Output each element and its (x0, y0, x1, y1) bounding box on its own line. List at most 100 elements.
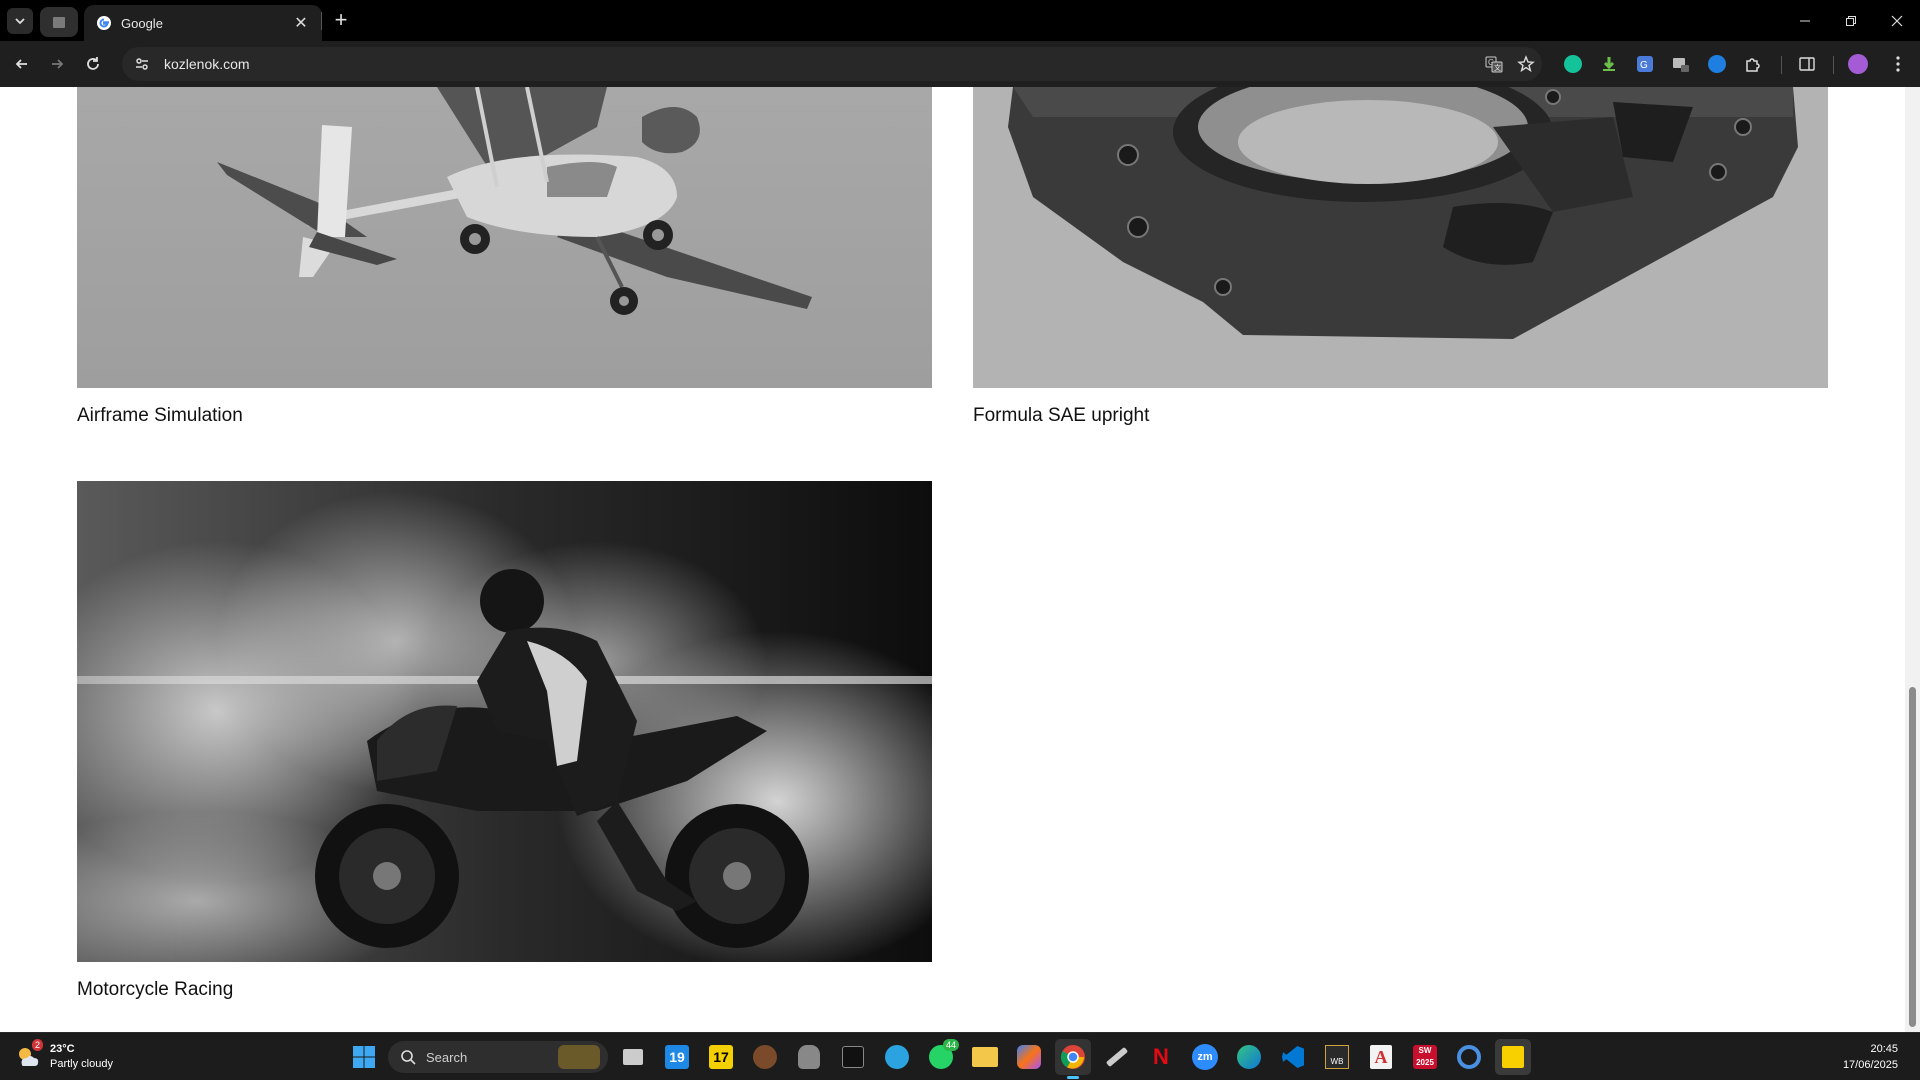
tab-search-button[interactable] (7, 8, 33, 34)
download-extension-icon[interactable] (1595, 50, 1623, 78)
page-scrollbar[interactable] (1905, 87, 1920, 1032)
zoom-app[interactable]: zm (1187, 1039, 1223, 1075)
card-caption-airframe[interactable]: Airframe Simulation (77, 405, 243, 427)
forward-button[interactable] (43, 50, 71, 78)
task-view-button[interactable] (615, 1039, 651, 1075)
telegram-app[interactable] (879, 1039, 915, 1075)
active-indicator (1067, 1076, 1079, 1079)
tab-group-icon[interactable] (40, 7, 78, 37)
system-clock[interactable]: 20:45 17/06/2025 (1843, 1041, 1898, 1073)
tab-divider (321, 12, 322, 30)
airplane-illustration (77, 87, 932, 388)
app-17-icon: 17 (709, 1045, 733, 1069)
grammarly-extension-icon[interactable] (1559, 50, 1587, 78)
extensions-puzzle-icon[interactable] (1739, 50, 1767, 78)
pen-tool-app[interactable] (1099, 1039, 1135, 1075)
restore-icon (1846, 15, 1856, 26)
minimize-button[interactable] (1782, 0, 1828, 41)
file-explorer-app[interactable] (967, 1039, 1003, 1075)
copilot-icon (1017, 1045, 1041, 1069)
tab-strip: Google ✕ + (0, 0, 1920, 41)
calendar-icon: 19 (665, 1045, 689, 1069)
profile-avatar[interactable] (1844, 50, 1872, 78)
page-icon (53, 17, 65, 28)
chrome-app[interactable] (1055, 1039, 1091, 1079)
arrow-right-icon (52, 59, 64, 69)
upright-cad-illustration (973, 87, 1828, 388)
netflix-icon: N (1153, 1044, 1169, 1069)
scrollbar-thumb[interactable] (1909, 687, 1916, 1027)
horse-icon (798, 1045, 820, 1069)
edge-app[interactable] (1231, 1039, 1267, 1075)
close-window-button[interactable] (1874, 0, 1920, 41)
whatsapp-app[interactable]: 44 (923, 1039, 960, 1075)
calendar-19-app[interactable]: 19 (659, 1039, 695, 1075)
wb-icon: WB (1325, 1045, 1349, 1069)
upright-image[interactable] (973, 87, 1828, 388)
solidworks-icon: SW 2025 (1413, 1045, 1437, 1069)
toolbar-divider (1833, 56, 1834, 74)
clock-time: 20:45 (1870, 1043, 1898, 1055)
motorcycle-image[interactable] (77, 481, 932, 962)
arrow-left-icon (15, 59, 27, 69)
site-info-icon[interactable] (132, 54, 152, 74)
card-caption-motorcycle[interactable]: Motorcycle Racing (77, 979, 233, 1001)
game-app-1[interactable] (747, 1039, 783, 1075)
solidworks-app[interactable]: SW 2025 (1407, 1039, 1443, 1075)
netflix-app[interactable]: N (1143, 1039, 1179, 1075)
bookmark-star-icon[interactable] (1510, 48, 1542, 80)
translate-extension-icon[interactable]: G (1631, 50, 1659, 78)
back-button[interactable] (8, 50, 36, 78)
app-17[interactable]: 17 (703, 1039, 739, 1075)
windows-taskbar: 2 23°C Partly cloudy Search 19 17 44 N z… (0, 1032, 1920, 1080)
page-viewport: Airframe Simulation Formula SAE upright (0, 87, 1920, 1032)
url-text[interactable]: kozlenok.com (164, 56, 1478, 72)
acrobat-app[interactable]: A (1363, 1039, 1399, 1075)
side-panel-icon[interactable] (1793, 50, 1821, 78)
chromium-icon (1457, 1045, 1481, 1069)
sticky-notes-app[interactable] (1495, 1039, 1531, 1075)
start-button[interactable] (346, 1039, 382, 1075)
translate-icon[interactable]: G文 (1478, 48, 1510, 80)
close-icon (1891, 15, 1903, 26)
workbench-app[interactable]: WB (1319, 1039, 1355, 1075)
weather-condition: Partly cloudy (50, 1058, 113, 1070)
game-crest-icon (753, 1045, 777, 1069)
address-bar[interactable]: kozlenok.com G文 (122, 47, 1542, 81)
terminal-app[interactable] (835, 1039, 871, 1075)
chevron-down-icon (15, 18, 25, 25)
edge-icon (1237, 1045, 1261, 1069)
whatsapp-badge: 44 (943, 1039, 960, 1051)
vscode-icon (1282, 1046, 1304, 1068)
taskbar-search[interactable]: Search (388, 1041, 608, 1073)
tab-google[interactable]: Google ✕ (84, 5, 322, 41)
svg-text:文: 文 (1494, 63, 1501, 72)
game-app-2[interactable] (791, 1039, 827, 1075)
airframe-image[interactable] (77, 87, 932, 388)
reload-button[interactable] (79, 50, 107, 78)
reload-icon (87, 57, 99, 70)
task-view-icon (623, 1049, 643, 1065)
google-icon (97, 16, 111, 30)
minimize-icon (1800, 20, 1810, 21)
weather-badge: 2 (32, 1039, 44, 1051)
search-icon (401, 1050, 416, 1065)
close-tab-icon[interactable]: ✕ (292, 13, 310, 33)
vscode-app[interactable] (1275, 1039, 1311, 1075)
telegram-icon (885, 1045, 909, 1069)
zoom-icon: zm (1192, 1044, 1218, 1070)
chrome-icon (1060, 1045, 1085, 1069)
weather-widget[interactable]: 2 23°C Partly cloudy (14, 1039, 113, 1075)
vpn-extension-icon[interactable] (1703, 50, 1731, 78)
menu-kebab-icon[interactable] (1884, 50, 1912, 78)
tab-manager-extension-icon[interactable] (1667, 50, 1695, 78)
restore-button[interactable] (1828, 0, 1874, 41)
terminal-icon (842, 1046, 864, 1068)
browser-toolbar: kozlenok.com G文 G (0, 41, 1920, 87)
acrobat-icon: A (1370, 1045, 1392, 1069)
chromium-app[interactable] (1451, 1039, 1487, 1075)
card-caption-upright[interactable]: Formula SAE upright (973, 405, 1149, 427)
copilot-app[interactable] (1011, 1039, 1047, 1075)
folder-icon (972, 1047, 998, 1067)
new-tab-button[interactable]: + (328, 8, 354, 34)
